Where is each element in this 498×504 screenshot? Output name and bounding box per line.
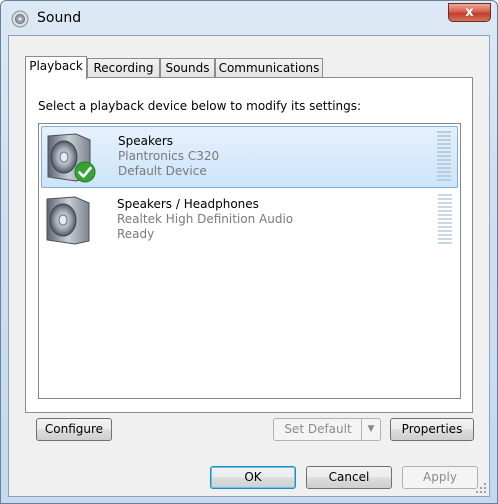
set-default-label: Set Default [284, 422, 352, 436]
sound-dialog-window: Sound x Playback Recording Sounds Commun… [0, 0, 498, 504]
tab-recording[interactable]: Recording [87, 58, 160, 78]
speaker-icon [45, 195, 91, 245]
dialog-client-area: Playback Recording Sounds Communications… [8, 35, 490, 497]
tab-sounds[interactable]: Sounds [160, 58, 215, 78]
close-icon: x [465, 5, 474, 20]
tab-communications[interactable]: Communications [215, 58, 323, 78]
close-button[interactable]: x [448, 3, 491, 22]
instruction-text: Select a playback device below to modify… [38, 99, 362, 113]
device-name: Speakers [118, 134, 174, 148]
device-item-speakers-headphones[interactable]: Speakers / Headphones Realtek High Defin… [41, 190, 458, 252]
volume-level-meter [437, 131, 451, 183]
configure-button[interactable]: Configure [36, 418, 112, 441]
device-item-speakers-plantronics[interactable]: Speakers Plantronics C320 Default Device [41, 126, 458, 188]
device-status: Ready [117, 227, 155, 241]
properties-button[interactable]: Properties [390, 418, 474, 441]
resize-grip-icon[interactable] [475, 482, 487, 494]
ok-button[interactable]: OK [210, 466, 296, 489]
device-name: Speakers / Headphones [117, 197, 259, 211]
title-bar[interactable]: Sound x [1, 1, 497, 35]
chevron-down-icon[interactable]: ▼ [361, 419, 380, 440]
playback-device-list[interactable]: Speakers Plantronics C320 Default Device [38, 123, 461, 399]
window-title: Sound [37, 10, 82, 26]
set-default-button[interactable]: Set Default ▼ [273, 418, 381, 441]
default-check-icon [74, 161, 96, 183]
apply-button[interactable]: Apply [402, 466, 478, 489]
cancel-button[interactable]: Cancel [306, 466, 392, 489]
device-status: Default Device [118, 164, 207, 178]
speaker-app-icon [11, 10, 29, 28]
device-description: Realtek High Definition Audio [117, 212, 294, 226]
playback-tab-panel: Select a playback device below to modify… [25, 77, 473, 413]
volume-level-meter [438, 194, 452, 246]
tab-playback[interactable]: Playback [25, 56, 87, 79]
device-description: Plantronics C320 [118, 149, 220, 163]
